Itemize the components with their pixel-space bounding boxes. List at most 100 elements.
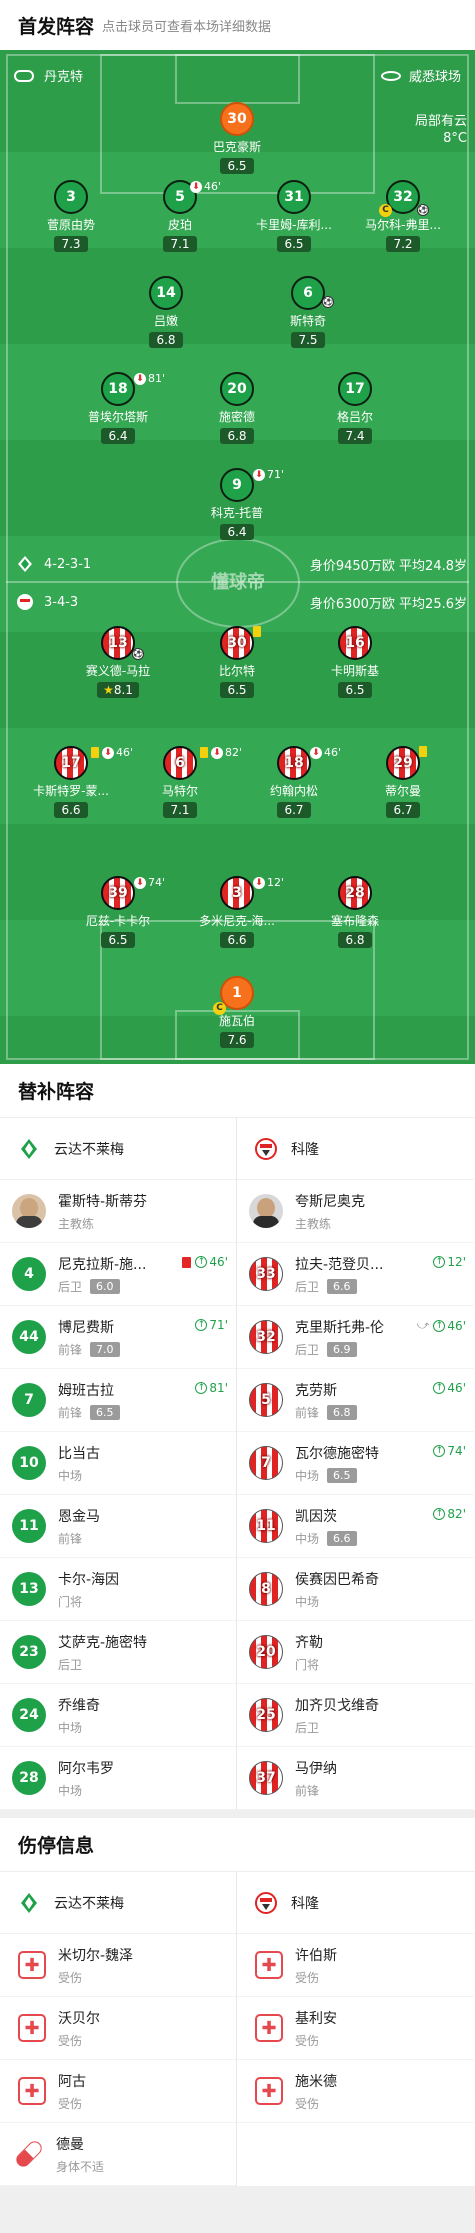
home-formation-row: 4-2-3-1 <box>14 553 91 575</box>
player-name: 马尔科-弗里... <box>365 218 441 232</box>
injury-row[interactable]: ✚ 基利安 受伤 <box>237 1997 474 2060</box>
player-rating: 6.8 <box>327 1404 357 1420</box>
player-marker[interactable]: 29 蒂尔曼 6.7 <box>347 746 459 818</box>
sub-row[interactable]: 11 凯因茨 中场 6.6 ↑ 82' <box>237 1495 474 1558</box>
injury-row[interactable]: ✚ 沃贝尔 受伤 <box>0 1997 236 2060</box>
player-marker[interactable]: 17 ⬇ 46' 卡斯特罗-蒙... 6.6 <box>15 746 133 818</box>
away-value: 身价6300万欧 平均25.6岁 <box>309 597 467 612</box>
player-rating: 6.6 <box>54 802 88 818</box>
injury-row[interactable]: ✚ 阿古 受伤 <box>0 2060 236 2123</box>
medical-kit-icon: ✚ <box>255 1951 283 1979</box>
team-row: 云达不莱梅 <box>0 1872 236 1934</box>
sub-row[interactable]: 32 克里斯托弗-伦 后卫 6.9 ⤻ ↑ 46' <box>237 1306 474 1369</box>
player-rating: 7.6 <box>220 1032 254 1048</box>
team-row: 科隆 <box>237 1872 474 1934</box>
subs-header: 替补阵容 <box>0 1064 475 1118</box>
sub-row[interactable]: 4 尼克拉斯-施... 后卫 6.0 ↑ 46' <box>0 1243 236 1306</box>
sub-row[interactable]: 24 乔维奇 中场 <box>0 1684 236 1747</box>
goal-box-top <box>175 54 300 104</box>
venue-name: 威悉球场 <box>408 70 461 85</box>
home-coach-row: 丹克特 <box>14 66 83 85</box>
player-position: 前锋 <box>295 1405 320 1420</box>
team-name: 科隆 <box>291 1895 319 1912</box>
sub-row[interactable]: 5 克劳斯 前锋 6.8 ↑ 46' <box>237 1369 474 1432</box>
sub-row[interactable]: 20 齐勒 门将 <box>237 1621 474 1684</box>
player-name: 凯因茨 <box>295 1508 337 1525</box>
player-marker[interactable]: 17 格吕尔 7.4 <box>299 372 411 444</box>
sub-row[interactable]: 13 卡尔-海因 门将 <box>0 1558 236 1621</box>
player-marker[interactable]: 31 卡里姆-库利... 6.5 <box>238 180 350 252</box>
player-marker[interactable]: 1 C 施瓦伯 7.6 <box>181 976 293 1048</box>
sub-row[interactable]: 37 马伊纳 前锋 <box>237 1747 474 1810</box>
sub-row[interactable]: 28 阿尔韦罗 中场 <box>0 1747 236 1810</box>
player-position: 前锋 <box>58 1531 83 1546</box>
player-number: 23 <box>12 1635 46 1669</box>
player-marker[interactable]: 3 菅原由势 7.3 <box>15 180 127 252</box>
shirt: 6 <box>163 746 197 780</box>
sub-event: ⬇ 74' <box>134 876 165 889</box>
lineup-subtitle: 点击球员可查看本场详细数据 <box>102 19 272 35</box>
player-name: 斯特奇 <box>289 314 326 328</box>
pitch: 懂球帝 丹克特 威悉球场 局部有云 8°C 4-2-3-1 身价9450万欧 平… <box>0 50 475 1064</box>
player-name: 侯赛因巴希奇 <box>295 1571 379 1588</box>
player-rating: 6.6 <box>327 1278 357 1294</box>
player-marker[interactable]: 20 施密德 6.8 <box>181 372 293 444</box>
sub-row[interactable]: 33 拉夫-范登贝... 后卫 6.6 ↑ 12' <box>237 1243 474 1306</box>
player-marker[interactable]: 13 ⚽ 赛义德-马拉 ★8.1 <box>62 626 174 698</box>
sub-row[interactable]: 11 恩金马 前锋 <box>0 1495 236 1558</box>
player-name: 德曼 <box>56 2136 84 2153</box>
sub-row[interactable]: 7 瓦尔德施密特 中场 6.5 ↑ 74' <box>237 1432 474 1495</box>
player-marker[interactable]: 30 比尔特 6.5 <box>181 626 293 698</box>
injury-row[interactable]: 德曼 身体不适 <box>0 2123 236 2186</box>
player-position: 后卫 <box>295 1342 320 1357</box>
injury-row[interactable]: ✚ 米切尔-魏泽 受伤 <box>0 1934 236 1997</box>
player-name: 艾萨克-施密特 <box>58 1634 148 1651</box>
sub-in-icon: ↑ <box>195 1256 208 1268</box>
player-marker[interactable]: 6 ⬇ 82' 马特尔 7.1 <box>124 746 242 818</box>
player-marker[interactable]: 9 ⬇ 71' 科克-托普 6.4 <box>181 468 293 540</box>
coach-row[interactable]: 霍斯特-斯蒂芬 主教练 <box>0 1180 236 1243</box>
player-marker[interactable]: 28 塞布隆森 6.8 <box>299 876 411 948</box>
shirt: 6 <box>291 276 325 310</box>
sub-in-icon: ↑ <box>195 1319 208 1331</box>
player-marker[interactable]: 18 ⬇ 81' 普埃尔塔斯 6.4 <box>62 372 174 444</box>
player-marker[interactable]: 18 ⬇ 46' 约翰内松 6.7 <box>238 746 350 818</box>
medical-kit-icon: ✚ <box>18 2077 46 2105</box>
player-name: 约翰内松 <box>269 784 318 798</box>
coach-avatar <box>249 1194 283 1228</box>
sub-event: ↑ 81' <box>195 1381 228 1395</box>
injury-row-empty <box>237 2123 474 2186</box>
venue-row: 威悉球场 <box>380 66 461 85</box>
player-marker[interactable]: 32 C ⚽ 马尔科-弗里... 7.2 <box>347 180 459 252</box>
player-marker[interactable]: 6 ⚽ 斯特奇 7.5 <box>252 276 364 348</box>
sub-row[interactable]: 7 姆班古拉 前锋 6.5 ↑ 81' <box>0 1369 236 1432</box>
player-marker[interactable]: 16 卡明斯基 6.5 <box>299 626 411 698</box>
player-rating: 6.5 <box>101 932 135 948</box>
player-name: 博尼费斯 <box>58 1319 114 1336</box>
player-number: 5 <box>249 1383 283 1417</box>
lineup-title: 首发阵容 <box>18 15 95 38</box>
player-marker[interactable]: 5 ⬇ 46' 皮珀 7.1 <box>124 180 236 252</box>
player-marker[interactable]: 3 ⬇ 12' 多米尼克-海... 6.6 <box>181 876 293 948</box>
sub-row[interactable]: 25 加齐贝戈维奇 后卫 <box>237 1684 474 1747</box>
sub-row[interactable]: 23 艾萨克-施密特 后卫 <box>0 1621 236 1684</box>
away-formation-row: 3-4-3 <box>14 591 78 613</box>
coach-row[interactable]: 夸斯尼奥克 主教练 <box>237 1180 474 1243</box>
player-position: 中场 <box>295 1531 320 1546</box>
injury-row[interactable]: ✚ 施米德 受伤 <box>237 2060 474 2123</box>
player-name: 吕嫩 <box>153 314 178 328</box>
sub-row[interactable]: 8 侯赛因巴希奇 中场 <box>237 1558 474 1621</box>
player-name: 卡尔-海因 <box>58 1571 120 1588</box>
player-number: 28 <box>12 1761 46 1795</box>
sub-row[interactable]: 10 比当古 中场 <box>0 1432 236 1495</box>
sub-row[interactable]: 44 博尼费斯 前锋 7.0 ↑ 71' <box>0 1306 236 1369</box>
coach-name: 霍斯特-斯蒂芬 <box>58 1193 148 1210</box>
player-name: 施瓦伯 <box>218 1014 255 1028</box>
captain-icon: C <box>213 1002 226 1015</box>
injury-row[interactable]: ✚ 许伯斯 受伤 <box>237 1934 474 1997</box>
red-card-icon <box>182 1256 192 1268</box>
player-name: 尼克拉斯-施... <box>58 1256 147 1273</box>
player-marker[interactable]: 39 ⬇ 74' 厄兹-卡卡尔 6.5 <box>62 876 174 948</box>
player-marker[interactable]: 14 吕嫩 6.8 <box>110 276 222 348</box>
player-marker[interactable]: 30 巴克豪斯 6.5 <box>181 102 293 174</box>
